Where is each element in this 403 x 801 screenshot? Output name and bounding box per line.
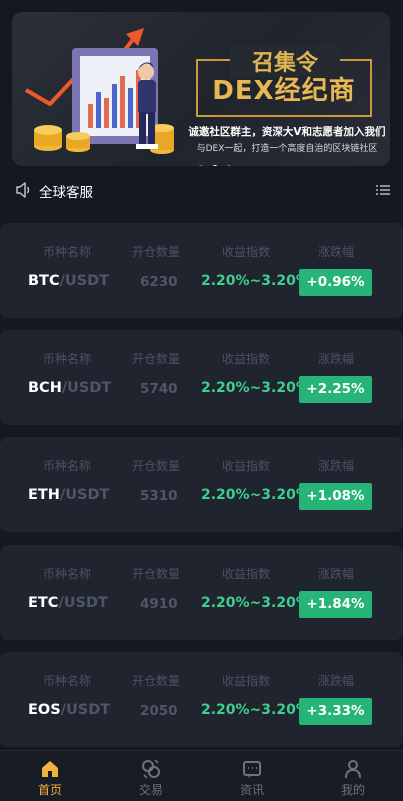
tab-label: 交易 bbox=[138, 783, 163, 797]
trading-pair: ETC/USDT bbox=[28, 595, 108, 611]
header-open-qty: 开仓数量 bbox=[132, 352, 181, 366]
header-coin-name: 币种名称 bbox=[43, 245, 92, 259]
quote-symbol: /USDT bbox=[60, 702, 111, 718]
yield-range: 2.20%~3.20% bbox=[201, 380, 310, 396]
bottom-tab-bar: 首页 交易 资讯 我的 bbox=[0, 750, 403, 801]
notice-bar[interactable]: 全球客服 bbox=[0, 172, 403, 208]
trading-pair: BTC/USDT bbox=[28, 273, 109, 289]
market-card[interactable]: 币种名称 开仓数量 收益指数 涨跌幅 ETC/USDT 4910 2.20%~3… bbox=[0, 545, 403, 640]
banner-title: DEX经纪商 bbox=[212, 76, 356, 106]
open-qty-value: 5740 bbox=[140, 381, 178, 397]
yield-range: 2.20%~3.20% bbox=[201, 595, 310, 611]
pagination-dot[interactable] bbox=[198, 165, 204, 166]
header-yield-index: 收益指数 bbox=[222, 459, 271, 473]
quote-symbol: /USDT bbox=[58, 595, 108, 611]
tab-profile[interactable]: 我的 bbox=[303, 751, 403, 801]
yield-range: 2.20%~3.20% bbox=[201, 702, 310, 718]
change-badge[interactable]: +1.08% bbox=[299, 483, 372, 510]
header-change: 涨跌幅 bbox=[318, 567, 355, 581]
quote-symbol: /USDT bbox=[59, 273, 110, 289]
market-card[interactable]: 币种名称 开仓数量 收益指数 涨跌幅 BTC/USDT 6230 2.20%~3… bbox=[0, 223, 403, 318]
banner-illustration bbox=[24, 28, 174, 154]
home-icon bbox=[42, 761, 58, 777]
trading-pair: EOS/USDT bbox=[28, 702, 110, 718]
header-open-qty: 开仓数量 bbox=[132, 245, 181, 259]
tab-label: 资讯 bbox=[239, 783, 264, 797]
list-menu-icon[interactable] bbox=[376, 184, 390, 196]
header-open-qty: 开仓数量 bbox=[132, 459, 181, 473]
header-yield-index: 收益指数 bbox=[222, 352, 271, 366]
promo-banner[interactable]: 召集令 DEX经纪商 诚邀社区群主，资深大V和志愿者加入我们 与DEX一起，打造… bbox=[12, 12, 390, 166]
header-change: 涨跌幅 bbox=[318, 674, 355, 688]
header-coin-name: 币种名称 bbox=[43, 352, 92, 366]
base-symbol: ETC bbox=[28, 595, 59, 611]
market-card[interactable]: 币种名称 开仓数量 收益指数 涨跌幅 ETH/USDT 5310 2.20%~3… bbox=[0, 437, 403, 532]
market-card[interactable]: 币种名称 开仓数量 收益指数 涨跌幅 EOS/USDT 2050 2.20%~3… bbox=[0, 652, 403, 747]
base-symbol: BTC bbox=[28, 273, 60, 289]
trade-icon bbox=[142, 759, 160, 779]
header-coin-name: 币种名称 bbox=[43, 459, 92, 473]
header-coin-name: 币种名称 bbox=[43, 674, 92, 688]
banner-subtitle: 诚邀社区群主，资深大V和志愿者加入我们 bbox=[188, 126, 386, 138]
header-change: 涨跌幅 bbox=[318, 459, 355, 473]
base-symbol: EOS bbox=[28, 702, 61, 718]
profile-icon bbox=[345, 760, 361, 779]
open-qty-value: 5310 bbox=[140, 488, 178, 504]
header-yield-index: 收益指数 bbox=[222, 567, 271, 581]
open-qty-value: 4910 bbox=[140, 596, 178, 612]
quote-symbol: /USDT bbox=[61, 380, 112, 396]
tab-news[interactable]: 资讯 bbox=[202, 751, 302, 801]
base-symbol: BCH bbox=[28, 380, 62, 396]
header-yield-index: 收益指数 bbox=[222, 245, 271, 259]
change-badge[interactable]: +1.84% bbox=[299, 591, 372, 618]
header-coin-name: 币种名称 bbox=[43, 567, 92, 581]
tab-home[interactable]: 首页 bbox=[0, 751, 100, 801]
banner-caption: 与DEX一起，打造一个高度自治的区块链社区 bbox=[196, 144, 378, 154]
trading-pair: ETH/USDT bbox=[28, 487, 109, 503]
open-qty-value: 2050 bbox=[140, 703, 178, 719]
header-open-qty: 开仓数量 bbox=[132, 567, 181, 581]
pagination-dot[interactable] bbox=[226, 165, 232, 166]
change-badge[interactable]: +2.25% bbox=[299, 376, 372, 403]
base-symbol: ETH bbox=[28, 487, 60, 503]
open-qty-value: 6230 bbox=[140, 274, 178, 290]
yield-range: 2.20%~3.20% bbox=[201, 273, 310, 289]
market-card[interactable]: 币种名称 开仓数量 收益指数 涨跌幅 BCH/USDT 5740 2.20%~3… bbox=[0, 330, 403, 425]
header-change: 涨跌幅 bbox=[318, 352, 355, 366]
quote-symbol: /USDT bbox=[59, 487, 110, 503]
banner-pagination bbox=[198, 165, 232, 166]
speaker-icon bbox=[16, 182, 30, 198]
change-badge[interactable]: +0.96% bbox=[299, 269, 372, 296]
pagination-dot-active[interactable] bbox=[212, 165, 218, 166]
header-change: 涨跌幅 bbox=[318, 245, 355, 259]
tab-trade[interactable]: 交易 bbox=[101, 751, 201, 801]
header-open-qty: 开仓数量 bbox=[132, 674, 181, 688]
trading-pair: BCH/USDT bbox=[28, 380, 111, 396]
notice-label: 全球客服 bbox=[39, 185, 93, 201]
tab-label: 首页 bbox=[37, 783, 62, 797]
tab-label: 我的 bbox=[340, 783, 365, 797]
news-icon bbox=[243, 761, 261, 778]
header-yield-index: 收益指数 bbox=[222, 674, 271, 688]
change-badge[interactable]: +3.33% bbox=[299, 698, 372, 725]
yield-range: 2.20%~3.20% bbox=[201, 487, 310, 503]
